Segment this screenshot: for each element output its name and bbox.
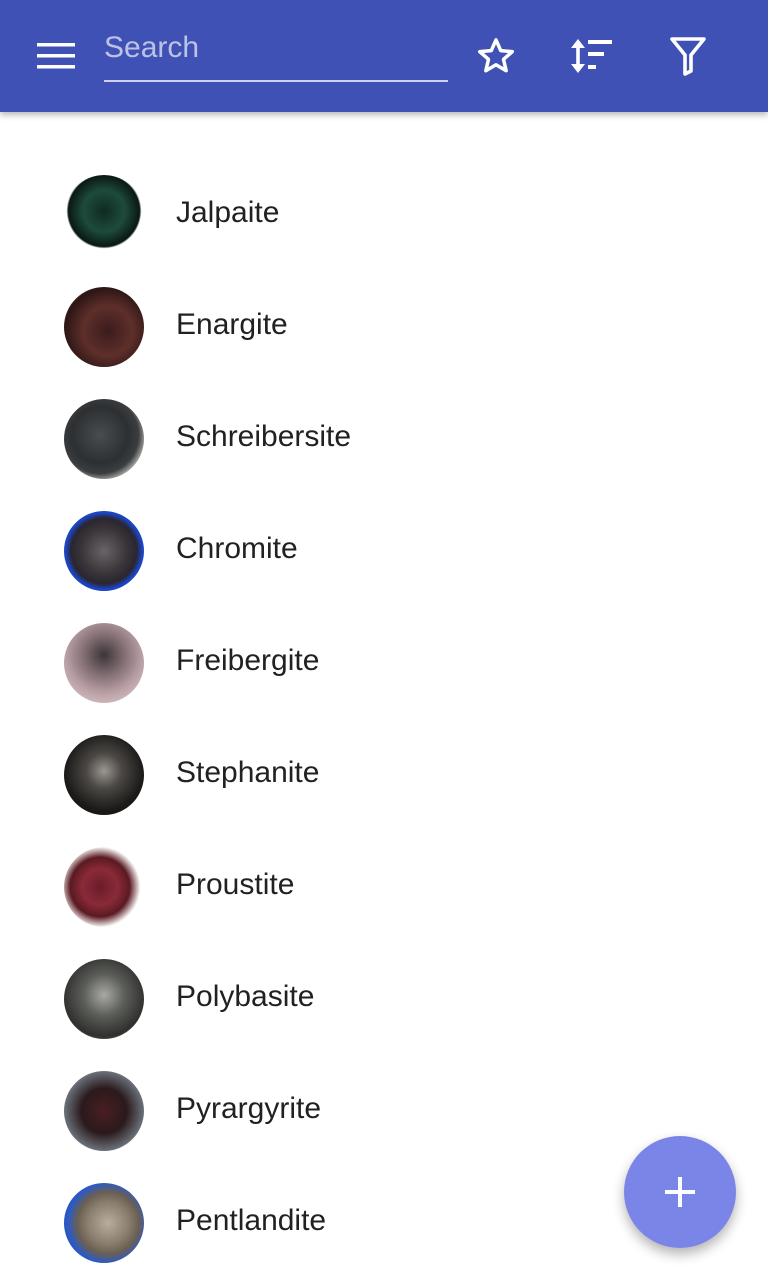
mineral-thumbnail: [64, 1071, 144, 1151]
mineral-thumbnail: [64, 1183, 144, 1263]
search-field: [104, 24, 448, 82]
sort-button[interactable]: [563, 28, 619, 84]
mineral-name: Stephanite: [176, 756, 320, 789]
add-button[interactable]: [624, 1136, 736, 1248]
list-item[interactable]: Chromite: [0, 496, 768, 608]
list-item[interactable]: Freibergite: [0, 608, 768, 720]
mineral-thumbnail: [64, 511, 144, 591]
mineral-thumbnail: [64, 287, 144, 367]
sort-icon: [571, 39, 612, 73]
mineral-list: Jalpaite Enargite Schreibersite Chromite…: [0, 160, 768, 1280]
mineral-thumbnail: [64, 623, 144, 703]
mineral-thumbnail: [64, 735, 144, 815]
list-item[interactable]: Schreibersite: [0, 384, 768, 496]
mineral-name: Enargite: [176, 308, 288, 341]
app-bar: [0, 0, 768, 112]
mineral-name: Freibergite: [176, 644, 320, 677]
mineral-name: Pentlandite: [176, 1204, 327, 1237]
menu-button[interactable]: [20, 36, 92, 76]
mineral-name: Chromite: [176, 532, 298, 565]
plus-icon: [665, 1177, 695, 1207]
list-item[interactable]: Proustite: [0, 832, 768, 944]
list-item[interactable]: Polybasite: [0, 944, 768, 1056]
mineral-name: Proustite: [176, 868, 295, 901]
list-item[interactable]: Jalpaite: [0, 160, 768, 272]
mineral-thumbnail: [64, 959, 144, 1039]
search-input[interactable]: [104, 24, 448, 82]
mineral-name: Jalpaite: [176, 196, 280, 229]
filter-icon: [670, 37, 706, 76]
list-item[interactable]: Stephanite: [0, 720, 768, 832]
favorites-button[interactable]: [468, 28, 524, 84]
list-item[interactable]: Enargite: [0, 272, 768, 384]
mineral-name: Polybasite: [176, 980, 315, 1013]
hamburger-menu-icon: [37, 43, 75, 69]
mineral-name: Pyrargyrite: [176, 1092, 322, 1125]
star-icon: [477, 38, 515, 73]
mineral-thumbnail: [64, 175, 144, 255]
mineral-thumbnail: [64, 399, 144, 479]
mineral-thumbnail: [64, 847, 144, 927]
mineral-name: Schreibersite: [176, 420, 352, 453]
filter-button[interactable]: [660, 28, 716, 84]
